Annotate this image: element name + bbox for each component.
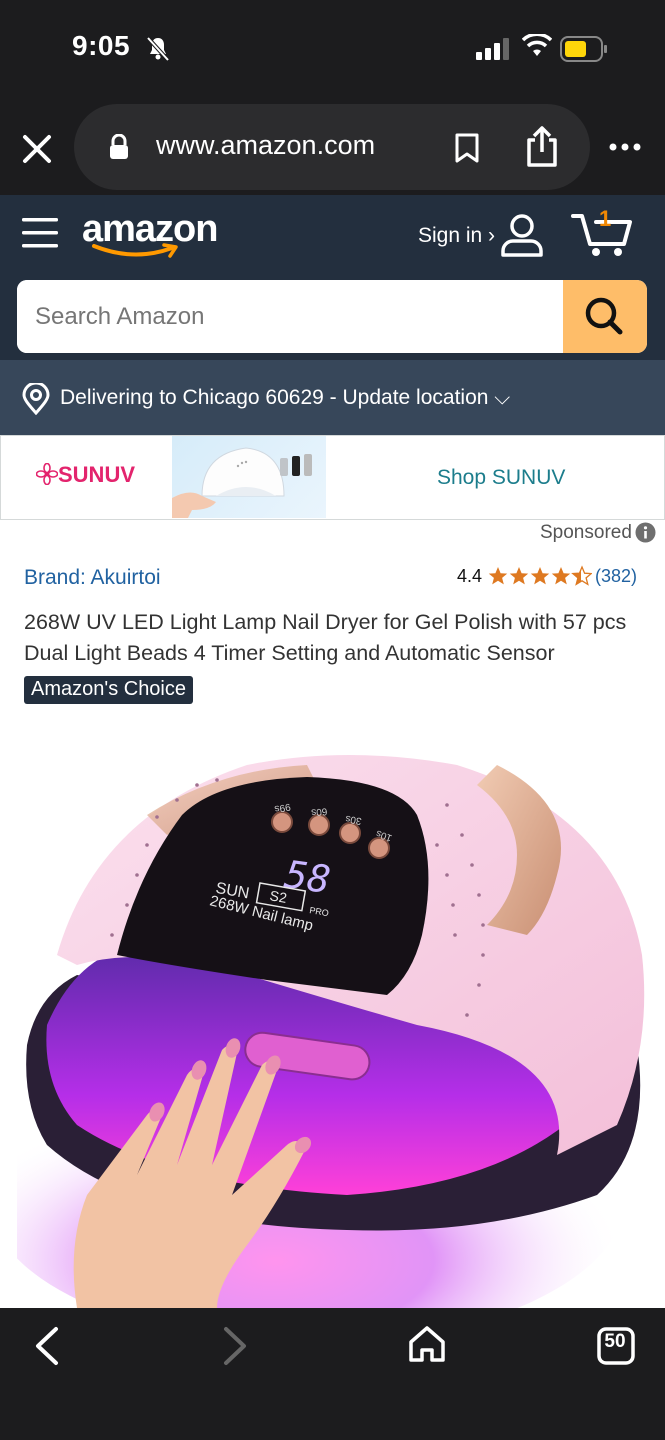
brand-link[interactable]: Brand: Akuirtoi: [24, 566, 161, 590]
svg-text:S2: S2: [268, 887, 288, 906]
sign-in-link[interactable]: Sign in ›: [418, 224, 495, 248]
search-input[interactable]: [17, 280, 563, 353]
flower-icon: [35, 462, 59, 486]
bookmark-icon[interactable]: [454, 132, 480, 169]
lock-icon: [108, 133, 130, 165]
signal-icon: [476, 38, 510, 65]
star-rating[interactable]: [488, 565, 592, 592]
tab-count: 50: [604, 1331, 626, 1352]
sunuv-logo-text: SUNUV: [58, 462, 136, 487]
chevron-left-icon: [36, 1327, 58, 1365]
product-title[interactable]: 268W UV LED Light Lamp Nail Dryer for Ge…: [24, 607, 644, 669]
wifi-icon: [521, 32, 553, 63]
banner-product-image[interactable]: [172, 436, 326, 518]
sponsored-label: Sponsored: [540, 522, 632, 543]
amazons-choice-badge: Amazon's Choice: [24, 676, 193, 704]
home-button[interactable]: [406, 1324, 448, 1369]
search-icon: [585, 297, 623, 335]
info-icon[interactable]: [635, 522, 656, 548]
chevron-right-icon: [224, 1327, 246, 1365]
forward-button[interactable]: [220, 1326, 250, 1371]
smile-arrow-icon: [92, 243, 178, 258]
location-pin-icon: [22, 381, 50, 420]
rating-value: 4.4: [457, 566, 483, 586]
battery-icon: [560, 36, 608, 67]
svg-text:58: 58: [282, 852, 333, 902]
shop-sunuv-link[interactable]: Shop SUNUV: [437, 466, 565, 490]
product-image[interactable]: 99s 60s 30s 10s 58 SUN S2 PRO 268W Nail …: [0, 725, 647, 1345]
more-icon[interactable]: [608, 140, 642, 158]
user-icon[interactable]: [500, 212, 544, 263]
sunuv-logo[interactable]: SUNUV: [35, 462, 136, 488]
home-icon: [409, 1326, 445, 1362]
close-tab-button[interactable]: [18, 130, 56, 173]
cart-count: 1: [599, 206, 612, 231]
amazon-logo[interactable]: amazon: [82, 208, 218, 258]
browser-bottom-bar: [0, 1308, 665, 1440]
hamburger-menu-icon[interactable]: [22, 216, 60, 255]
silent-bell-icon: [146, 36, 170, 67]
share-icon[interactable]: [524, 124, 560, 173]
review-count-link[interactable]: (382): [595, 566, 637, 587]
svg-text:60s: 60s: [311, 805, 328, 817]
search-box: [17, 280, 647, 353]
url-text[interactable]: www.amazon.com: [156, 130, 375, 161]
back-button[interactable]: [32, 1326, 62, 1371]
close-icon: [23, 135, 51, 163]
status-time: 9:05: [72, 30, 131, 61]
delivery-location-text[interactable]: Delivering to Chicago 60629 - Update loc…: [60, 386, 510, 410]
search-button[interactable]: [563, 280, 647, 353]
stars-icon: [488, 566, 592, 586]
